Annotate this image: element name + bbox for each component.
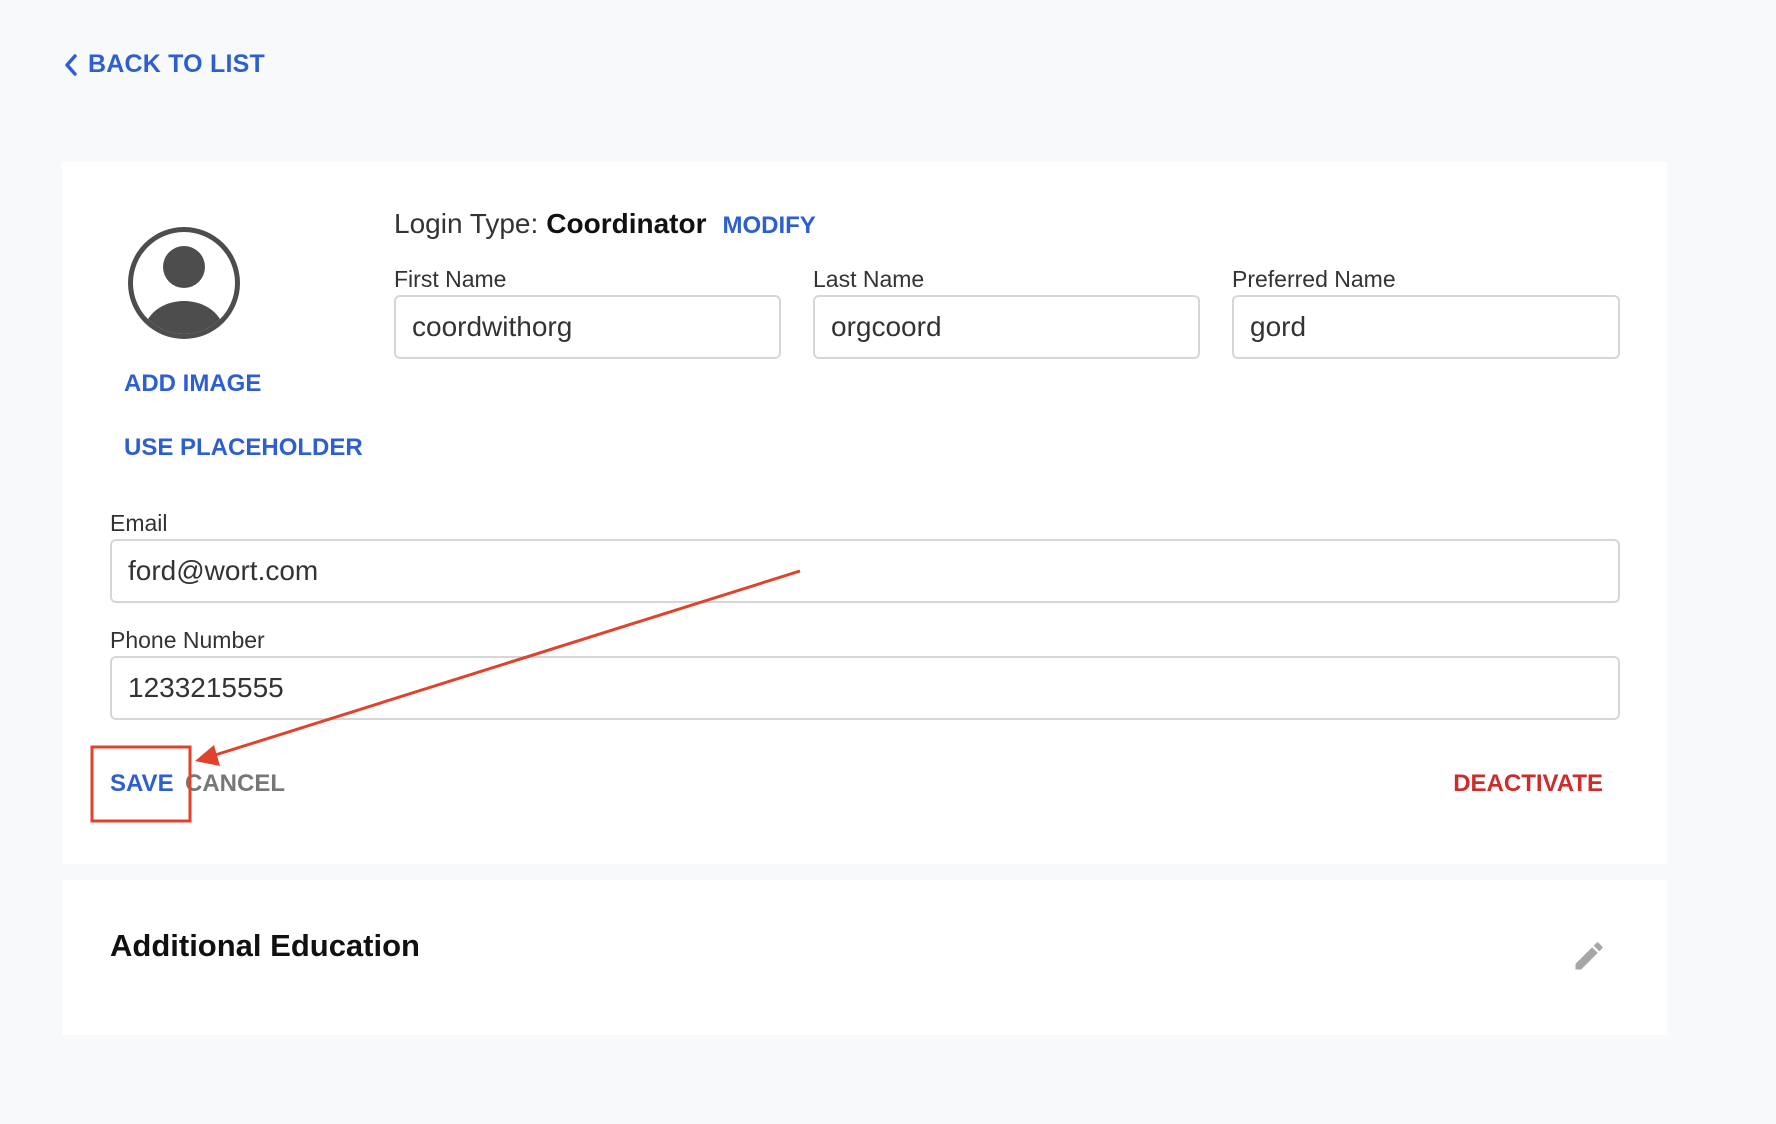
- profile-card: ADD IMAGE USE PLACEHOLDER Login Type: Co…: [62, 162, 1667, 864]
- save-button[interactable]: SAVE: [110, 770, 174, 798]
- phone-number-input[interactable]: [110, 656, 1620, 720]
- first-name-input[interactable]: [394, 295, 781, 359]
- pencil-icon[interactable]: [1571, 938, 1607, 974]
- add-image-button[interactable]: ADD IMAGE: [124, 370, 261, 398]
- email-label: Email: [110, 510, 168, 536]
- last-name-input[interactable]: [813, 295, 1200, 359]
- chevron-left-icon: [65, 53, 77, 76]
- last-name-label: Last Name: [813, 266, 925, 292]
- phone-number-label: Phone Number: [110, 627, 265, 653]
- login-type-label: Login Type:: [394, 208, 539, 239]
- deactivate-button[interactable]: DEACTIVATE: [1453, 770, 1603, 798]
- additional-education-card: Additional Education: [62, 880, 1667, 1035]
- email-input[interactable]: [110, 539, 1620, 603]
- additional-education-title: Additional Education: [110, 928, 420, 963]
- use-placeholder-button[interactable]: USE PLACEHOLDER: [124, 434, 363, 462]
- login-type-value: Coordinator: [546, 208, 707, 239]
- first-name-label: First Name: [394, 266, 507, 292]
- cancel-button[interactable]: CANCEL: [185, 770, 285, 798]
- back-to-list-link[interactable]: BACK TO LIST: [64, 50, 265, 79]
- preferred-name-label: Preferred Name: [1232, 266, 1396, 292]
- login-type: Login Type: Coordinator MODIFY: [394, 208, 816, 240]
- modify-login-type-button[interactable]: MODIFY: [722, 212, 815, 240]
- user-avatar-icon: [128, 227, 240, 339]
- preferred-name-input[interactable]: [1232, 295, 1620, 359]
- back-to-list-label: BACK TO LIST: [88, 50, 265, 78]
